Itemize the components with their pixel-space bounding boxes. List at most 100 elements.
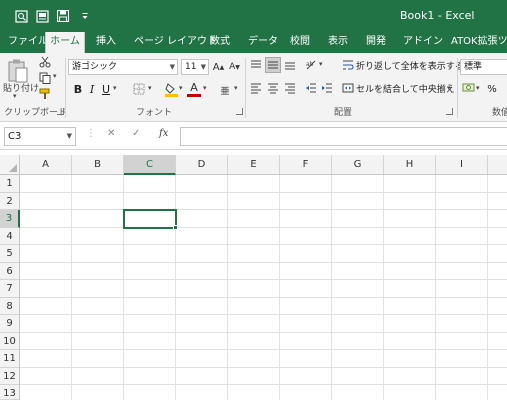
form-icon[interactable] — [35, 9, 49, 23]
borders-dropdown-icon[interactable]: ▾ — [148, 84, 152, 92]
active-cell-c3[interactable] — [123, 209, 177, 229]
column-header-h[interactable]: H — [384, 155, 436, 174]
grip-icon: ⋮ — [86, 128, 96, 139]
cancel-icon[interactable]: ✕ — [107, 128, 115, 139]
decrease-indent-icon[interactable] — [304, 81, 318, 95]
align-bottom-icon[interactable] — [283, 58, 297, 72]
customize-icon[interactable] — [78, 9, 92, 23]
column-header-f[interactable]: F — [280, 155, 332, 174]
bold-button[interactable]: B — [72, 81, 84, 97]
clipboard-launcher-icon[interactable] — [57, 108, 64, 115]
tab-atok[interactable]: ATOK拡張ツー — [449, 32, 507, 53]
phonetic-icon[interactable]: 亜 — [218, 81, 232, 97]
cell-grid[interactable] — [20, 175, 507, 400]
grid-line — [20, 244, 507, 245]
fill-color-icon[interactable] — [164, 81, 178, 97]
zoom-print-icon[interactable] — [14, 9, 28, 23]
tab-view[interactable]: 表示 — [326, 32, 350, 53]
row-header-12[interactable]: 12 — [0, 368, 19, 385]
row-header-1[interactable]: 1 — [0, 175, 19, 193]
name-box[interactable]: C3 ▼ — [4, 127, 76, 146]
font-color-icon[interactable]: A — [187, 81, 201, 97]
column-header-i[interactable]: I — [436, 155, 488, 174]
save-icon[interactable] — [56, 9, 70, 23]
column-header-d[interactable]: D — [176, 155, 228, 174]
tab-developer[interactable]: 開発 — [364, 32, 388, 53]
row-header-10[interactable]: 10 — [0, 333, 19, 350]
font-launcher-icon[interactable] — [236, 108, 243, 115]
orientation-icon[interactable]: ab — [304, 58, 318, 72]
row-header-6[interactable]: 6 — [0, 263, 19, 280]
row-header-2[interactable]: 2 — [0, 193, 19, 210]
format-painter-icon[interactable] — [38, 87, 52, 101]
merge-center-button[interactable]: セルを結合して中央揃え — [356, 82, 455, 95]
alignment-launcher-icon[interactable] — [446, 108, 453, 115]
currency-icon[interactable] — [461, 81, 475, 95]
align-center-icon[interactable] — [266, 81, 280, 95]
merge-center-icon[interactable] — [342, 81, 354, 95]
row-header-13[interactable]: 13 — [0, 385, 19, 400]
row-header-11[interactable]: 11 — [0, 350, 19, 368]
paste-label[interactable]: 貼り付け — [3, 81, 39, 94]
increase-indent-icon[interactable] — [320, 81, 334, 95]
column-header-b[interactable]: B — [72, 155, 124, 174]
phonetic-dropdown-icon[interactable]: ▾ — [234, 84, 238, 92]
enter-icon[interactable]: ✓ — [132, 128, 140, 139]
increase-font-icon[interactable]: A ▲ — [212, 59, 225, 75]
insert-function-icon[interactable]: fx — [159, 128, 168, 139]
tab-home[interactable]: ホーム — [45, 32, 85, 53]
font-color-dropdown-icon[interactable]: ▾ — [203, 84, 207, 92]
row-header-7[interactable]: 7 — [0, 280, 19, 298]
column-header-g[interactable]: G — [332, 155, 384, 174]
font-size-select[interactable]: 11 ▼ — [181, 59, 209, 75]
tab-addins[interactable]: アドイン — [401, 32, 445, 53]
percent-button[interactable]: % — [485, 81, 499, 97]
row-header-5[interactable]: 5 — [0, 245, 19, 263]
align-left-icon[interactable] — [249, 81, 263, 95]
paste-dropdown-icon[interactable]: ▾ — [13, 92, 17, 100]
row-header-3[interactable]: 3 — [0, 210, 20, 228]
ribbon-home: 貼り付け ▾ ▾ クリップボード 游ゴシック ▼ 11 ▼ A ▲ A ▼ B I U … — [0, 53, 507, 122]
fill-dropdown-icon[interactable]: ▾ — [179, 84, 183, 92]
currency-dropdown-icon[interactable]: ▾ — [476, 84, 480, 92]
tab-formulas[interactable]: 数式 — [208, 32, 232, 53]
number-format-select[interactable]: 標準 — [460, 59, 507, 75]
row-header-8[interactable]: 8 — [0, 298, 19, 315]
copy-dropdown-icon[interactable]: ▾ — [53, 72, 57, 80]
wrap-text-button[interactable]: 折り返して全体を表示する — [356, 59, 464, 72]
cut-icon[interactable] — [38, 55, 52, 69]
align-middle-icon[interactable] — [265, 57, 281, 73]
merge-dropdown-icon[interactable]: ▾ — [447, 84, 451, 92]
row-header-4[interactable]: 4 — [0, 228, 19, 245]
tab-insert[interactable]: 挿入 — [94, 32, 118, 53]
copy-icon[interactable] — [38, 71, 52, 85]
tab-page-layout[interactable]: ページ レイアウト — [132, 32, 219, 53]
tab-file[interactable]: ファイル — [6, 32, 50, 53]
underline-dropdown-icon[interactable]: ▾ — [113, 84, 117, 92]
italic-button[interactable]: I — [86, 81, 98, 97]
grid-line — [20, 227, 507, 228]
align-top-icon[interactable] — [249, 58, 263, 72]
grid-line — [20, 349, 507, 350]
borders-icon[interactable] — [132, 82, 146, 96]
formula-input[interactable] — [180, 127, 507, 146]
column-header-a[interactable]: A — [20, 155, 72, 174]
grid-line — [20, 209, 507, 210]
column-header-c[interactable]: C — [124, 155, 176, 175]
decrease-font-icon[interactable]: A ▼ — [228, 59, 241, 75]
window-title: Book1 - Excel — [400, 9, 475, 22]
grid-line — [20, 192, 507, 193]
group-divider — [65, 58, 66, 118]
column-header-e[interactable]: E — [228, 155, 280, 174]
tab-review[interactable]: 校閲 — [288, 32, 312, 53]
wrap-text-icon[interactable] — [342, 58, 354, 72]
orientation-dropdown-icon[interactable]: ▾ — [319, 60, 323, 68]
tab-data[interactable]: データ — [246, 32, 280, 53]
font-name-select[interactable]: 游ゴシック ▼ — [68, 59, 178, 75]
align-right-icon[interactable] — [283, 81, 297, 95]
row-header-9[interactable]: 9 — [0, 315, 19, 333]
fill-handle[interactable] — [173, 225, 178, 230]
select-all-button[interactable] — [0, 155, 20, 174]
underline-button[interactable]: U — [100, 81, 112, 97]
grid-line — [20, 384, 507, 385]
